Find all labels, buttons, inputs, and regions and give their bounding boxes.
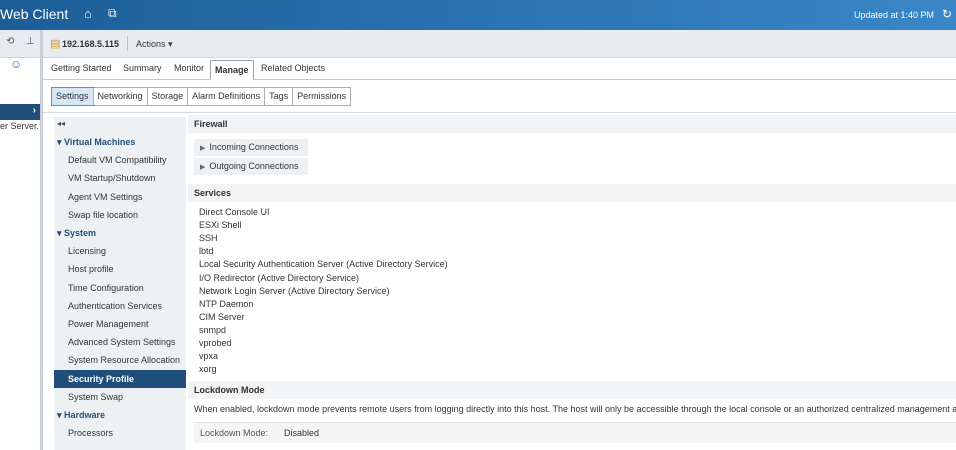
main-panel: ▤ 192.168.5.115 Actions ▾ Getting Starte…: [43, 30, 956, 450]
settings-nav-item[interactable]: VM Startup/Shutdown: [54, 169, 186, 187]
user-icon[interactable]: ☺: [10, 57, 22, 71]
service-item[interactable]: Network Login Server (Active Directory S…: [199, 285, 390, 298]
navigator-selected-item[interactable]: ›: [0, 104, 40, 120]
firewall-title: Firewall: [188, 115, 956, 133]
settings-nav-item[interactable]: Host profile: [54, 260, 186, 278]
tab-summary[interactable]: Summary: [123, 63, 162, 73]
settings-nav: ◂◂ ▾ Virtual Machines Default VM Compatib…: [54, 117, 186, 450]
services-title: Services: [188, 184, 956, 202]
chevron-right-icon: ›: [32, 105, 36, 116]
settings-nav-item[interactable]: Swap file location: [54, 206, 186, 224]
settings-nav-item[interactable]: Default VM Compatibility: [54, 151, 186, 169]
object-bar: ▤ 192.168.5.115 Actions ▾: [43, 30, 956, 58]
refresh-icon[interactable]: ↻: [942, 7, 952, 21]
service-item[interactable]: vpxa: [199, 350, 218, 363]
subtab-settings[interactable]: Settings: [51, 87, 95, 106]
subtab-tags[interactable]: Tags: [265, 88, 294, 105]
settings-nav-item[interactable]: Power Management: [54, 315, 186, 333]
subtab-permissions[interactable]: Permissions: [293, 88, 351, 105]
history-clock-icon[interactable]: ⟲: [6, 36, 14, 47]
history-icon[interactable]: ⧉: [108, 6, 117, 21]
settings-nav-item[interactable]: Agent VM Settings: [54, 188, 186, 206]
incoming-connections-toggle[interactable]: ▶ Incoming Connections: [194, 138, 308, 156]
subtab-storage[interactable]: Storage: [147, 88, 189, 105]
security-profile-content: Firewall ▶ Incoming Connections ▶ Outgoing…: [188, 115, 956, 450]
lockdown-title: Lockdown Mode: [188, 381, 956, 399]
service-item[interactable]: Local Security Authentication Server (Ac…: [199, 258, 448, 271]
home-icon[interactable]: ⌂: [84, 6, 92, 21]
service-item[interactable]: ESXi Shell: [199, 219, 242, 232]
caret-right-icon: ▶: [200, 164, 206, 171]
settings-nav-item[interactable]: System Swap: [54, 388, 186, 406]
divider: [127, 36, 128, 51]
settings-nav-item[interactable]: System Resource Allocation: [54, 351, 186, 369]
navigator-panel: ⟲ ⊥ ☺ › er Server.: [0, 30, 43, 450]
service-item[interactable]: CIM Server: [199, 311, 245, 324]
divider: [43, 112, 956, 113]
service-item[interactable]: I/O Redirector (Active Directory Service…: [199, 272, 359, 285]
updated-status: Updated at 1:40 PM: [853, 10, 934, 20]
service-item[interactable]: NTP Daemon: [199, 298, 253, 311]
settings-nav-item[interactable]: Licensing: [54, 242, 186, 260]
lockdown-mode-label: Lockdown Mode:: [200, 428, 269, 438]
lockdown-mode-value: Disabled: [284, 428, 320, 438]
navigator-toolbar: ⟲ ⊥: [0, 30, 40, 58]
settings-nav-item[interactable]: Processors: [54, 424, 186, 442]
nav-group-header[interactable]: ▾ System: [54, 224, 186, 242]
tab-manage[interactable]: Manage: [210, 60, 254, 80]
manage-subtabs: Settings Networking Storage Alarm Defini…: [51, 87, 352, 106]
settings-nav-item[interactable]: Security Profile: [54, 369, 186, 388]
tab-getting-started[interactable]: Getting Started: [51, 63, 112, 73]
actions-menu[interactable]: Actions ▾: [136, 39, 173, 50]
service-item[interactable]: xorg: [199, 363, 217, 376]
pin-icon[interactable]: ⊥: [26, 36, 35, 47]
app-title: Web Client: [0, 6, 69, 22]
top-header: Web Client ⌂ ⧉ Updated at 1:40 PM ↻: [0, 0, 956, 30]
service-item[interactable]: SSH: [199, 232, 218, 245]
outgoing-connections-toggle[interactable]: ▶ Outgoing Connections: [194, 157, 308, 175]
settings-nav-item[interactable]: Time Configuration: [54, 279, 186, 297]
subtab-networking[interactable]: Networking: [93, 88, 148, 105]
nav-group-header[interactable]: ▾ Virtual Machines: [54, 133, 186, 151]
lockdown-description: When enabled, lockdown mode prevents rem…: [194, 404, 956, 414]
collapse-icon[interactable]: ◂◂: [57, 119, 65, 128]
caret-right-icon: ▶: [200, 145, 206, 152]
outgoing-connections-label: Outgoing Connections: [209, 161, 299, 171]
settings-nav-item[interactable]: Authentication Services: [54, 297, 186, 315]
host-icon: ▤: [50, 38, 61, 50]
navigator-server-label[interactable]: er Server.: [0, 121, 40, 131]
incoming-connections-label: Incoming Connections: [209, 142, 299, 152]
service-item[interactable]: snmpd: [199, 324, 226, 337]
settings-nav-item[interactable]: Advanced System Settings: [54, 333, 186, 351]
host-name: 192.168.5.115: [62, 39, 120, 49]
lockdown-mode-row: Lockdown Mode: Disabled: [194, 422, 956, 443]
service-item[interactable]: Direct Console UI: [199, 206, 270, 219]
subtab-alarm-definitions[interactable]: Alarm Definitions: [188, 88, 266, 105]
main-tabs: Getting Started Summary Monitor Manage R…: [43, 60, 956, 80]
service-item[interactable]: vprobed: [199, 337, 232, 350]
tab-monitor[interactable]: Monitor: [174, 63, 204, 73]
nav-group-header[interactable]: ▾ Hardware: [54, 406, 186, 424]
tab-related-objects[interactable]: Related Objects: [261, 63, 325, 73]
service-item[interactable]: lbtd: [199, 245, 214, 258]
